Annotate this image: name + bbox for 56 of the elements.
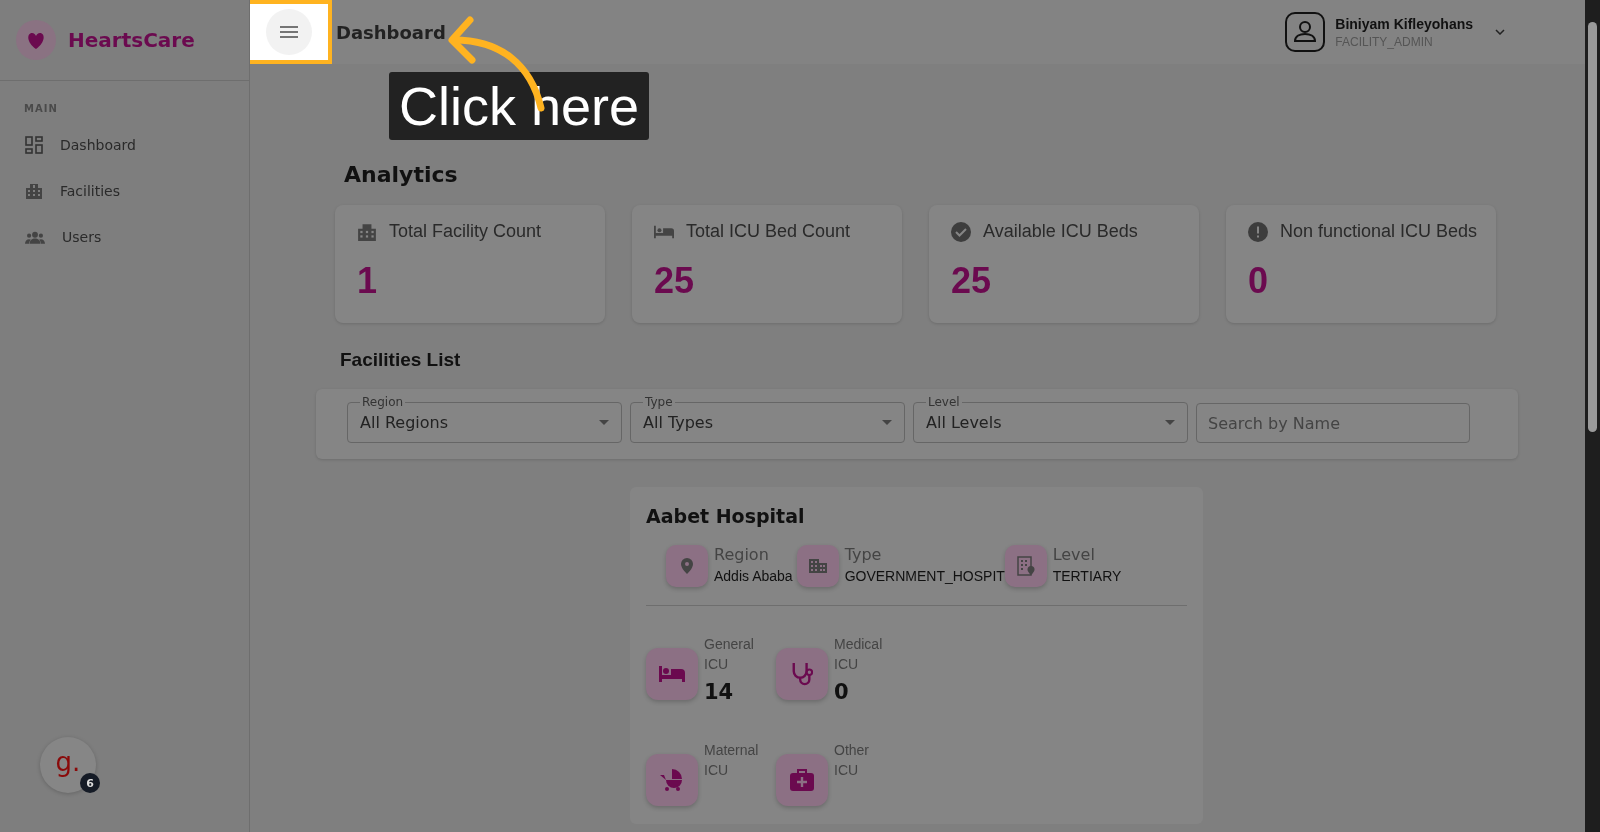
stat-value: 25 xyxy=(951,260,993,302)
notification-badge: 6 xyxy=(80,773,100,793)
brand-name: HeartsCare xyxy=(68,28,195,52)
bed-icon xyxy=(646,648,698,700)
heart-logo-icon xyxy=(16,20,56,60)
sidebar-item[interactable]: Facilities xyxy=(0,168,249,214)
icu-count: 14 xyxy=(704,680,735,704)
scrollbar[interactable] xyxy=(1585,0,1600,832)
search-field[interactable]: Search by Name xyxy=(1196,403,1470,443)
icu-label: Medical ICU xyxy=(834,635,884,674)
stat-label: Non functional ICU Beds xyxy=(1280,221,1478,242)
stat-label: Available ICU Beds xyxy=(983,221,1138,242)
stat-value: 25 xyxy=(654,260,696,302)
location-pin-icon xyxy=(666,545,708,587)
hospital-name: Aabet Hospital xyxy=(646,505,806,527)
detail-value: Addis Ababa xyxy=(714,568,793,584)
sidebar-item[interactable]: Users xyxy=(0,214,249,260)
caret-icon xyxy=(1165,420,1175,425)
page-title: Dashboard xyxy=(336,21,446,43)
detail-value: GOVERNMENT_HOSPIT xyxy=(844,568,1005,584)
users-icon xyxy=(25,230,45,244)
icu-label: Maternal ICU xyxy=(704,741,760,780)
chevron-down-icon[interactable] xyxy=(1495,29,1505,35)
detail-label: Level xyxy=(1052,545,1096,564)
section-title: Facilities List xyxy=(340,349,462,371)
menu-icon xyxy=(280,26,298,38)
stat-value: 1 xyxy=(357,260,379,302)
detail-value: TERTIARY xyxy=(1052,568,1122,584)
filter-select[interactable]: Region All Regions xyxy=(347,395,622,443)
stethoscope-icon xyxy=(776,648,828,700)
caret-icon xyxy=(882,420,892,425)
detail-label: Type xyxy=(844,545,883,564)
stroller-icon xyxy=(646,754,698,806)
building-icon xyxy=(357,221,377,242)
filter-select[interactable]: Type All Types xyxy=(630,395,905,443)
medical-bag-icon xyxy=(776,754,828,806)
building-icon xyxy=(25,182,43,200)
menu-button[interactable] xyxy=(266,9,312,55)
stat-label: Total ICU Bed Count xyxy=(686,221,851,242)
section-title: Analytics xyxy=(344,162,459,187)
filter-select[interactable]: Level All Levels xyxy=(913,395,1188,443)
user-name: Biniyam Kifleyohans xyxy=(1335,15,1473,32)
check-circle-icon xyxy=(951,221,971,242)
sidebar-item[interactable]: Dashboard xyxy=(0,122,249,168)
icu-label: Other ICU xyxy=(834,741,870,780)
stat-value: 0 xyxy=(1248,260,1270,302)
alert-circle-icon xyxy=(1248,221,1268,242)
building-icon xyxy=(796,545,839,587)
office-pin-icon xyxy=(1004,545,1047,587)
user-avatar-icon xyxy=(1285,12,1326,52)
icu-count: 0 xyxy=(834,680,850,704)
detail-label: Region xyxy=(714,545,770,564)
grid-icon xyxy=(25,136,43,154)
caret-icon xyxy=(599,420,609,425)
stat-label: Total Facility Count xyxy=(389,221,542,242)
icu-label: General ICU xyxy=(704,635,755,674)
